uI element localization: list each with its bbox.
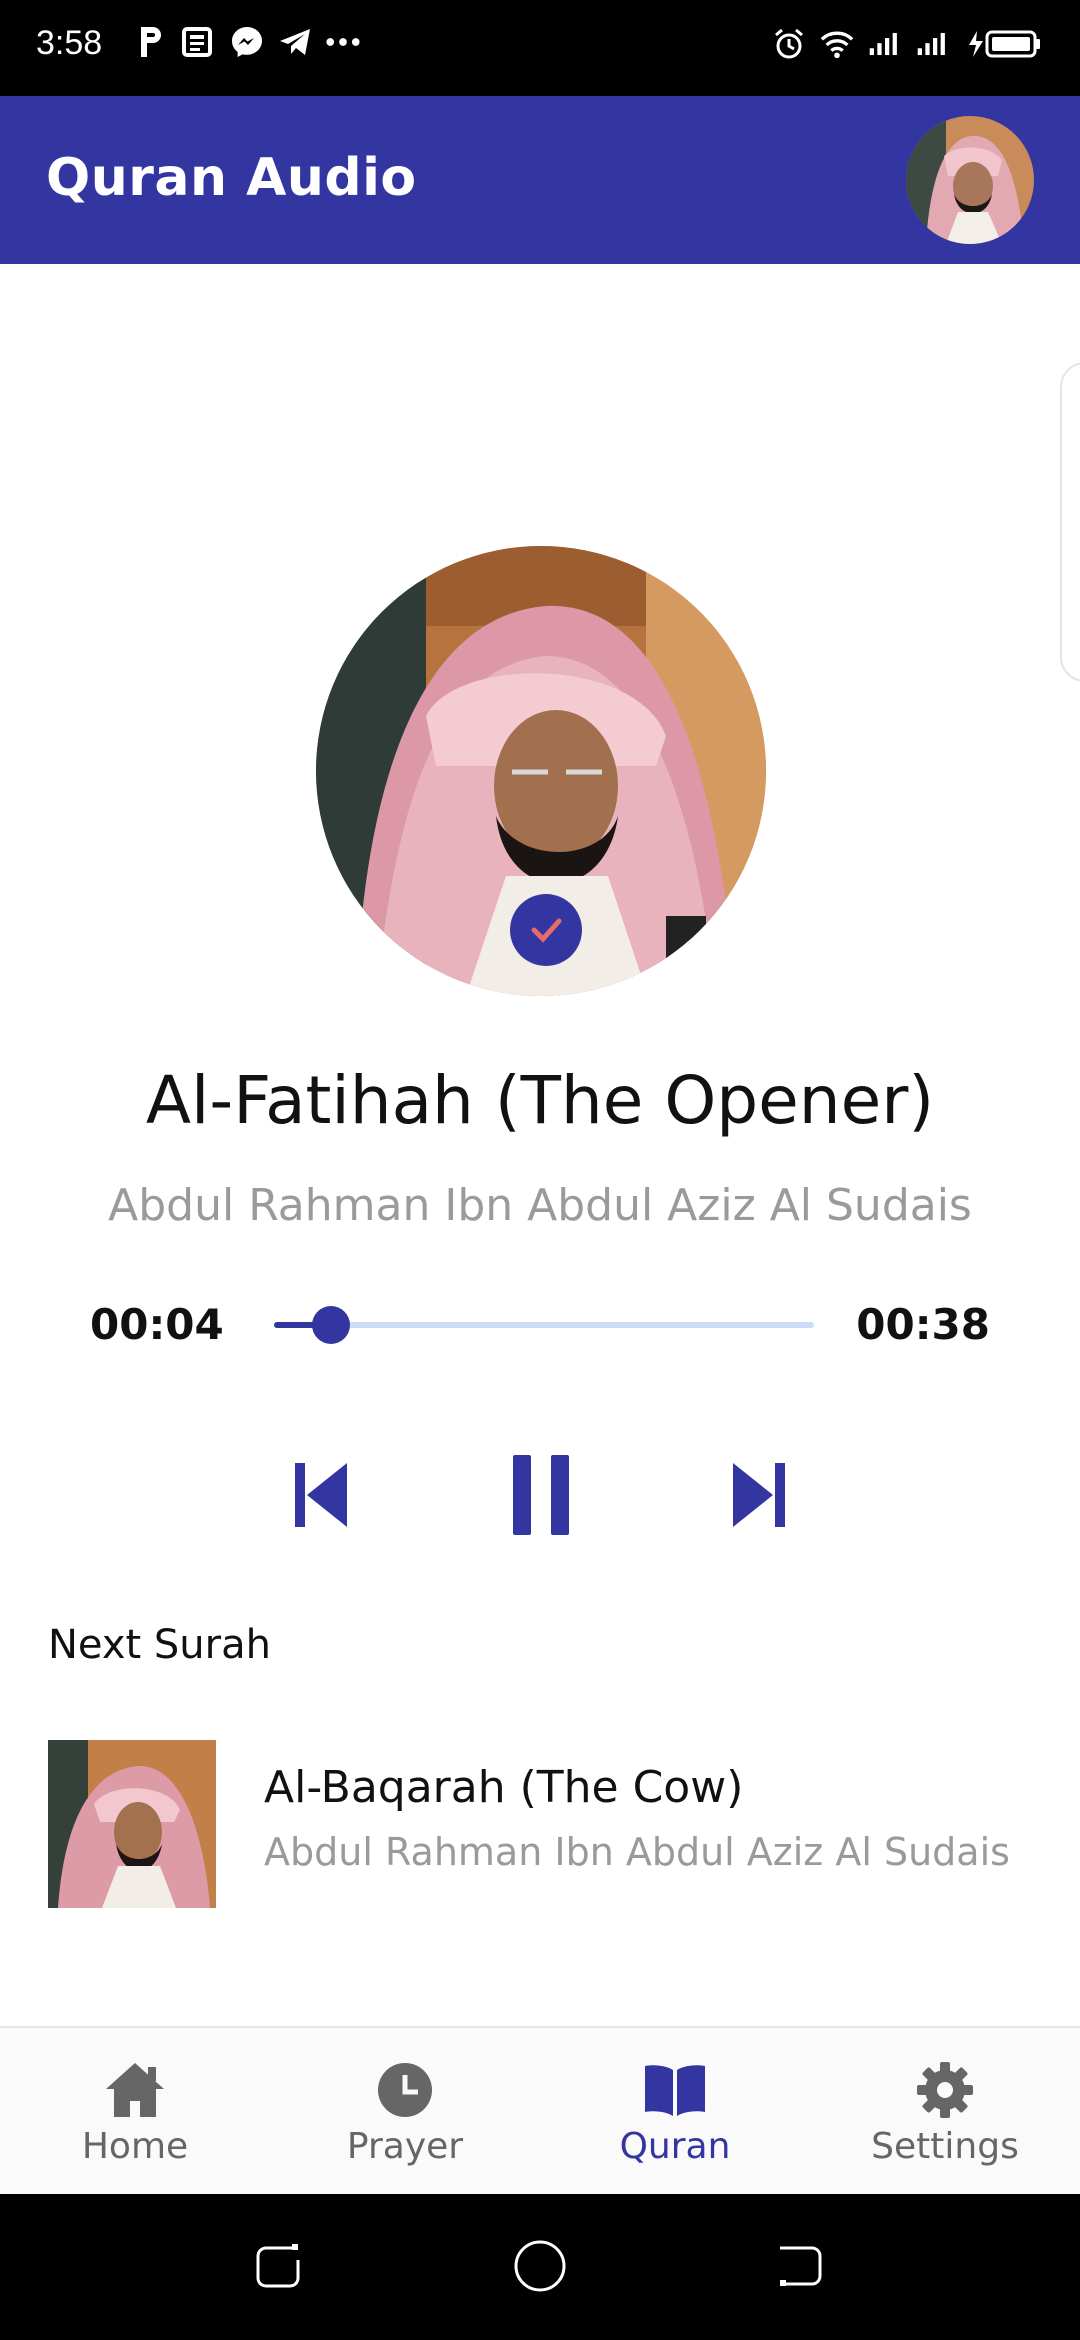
verified-badge-icon	[510, 894, 582, 966]
alarm-icon	[772, 26, 806, 62]
parking-icon	[134, 24, 168, 60]
news-icon	[182, 24, 216, 60]
recent-apps-icon[interactable]	[248, 2236, 308, 2296]
messenger-icon	[230, 24, 264, 60]
nav-label: Quran	[619, 2126, 731, 2167]
reciter-avatar[interactable]	[906, 116, 1034, 244]
nav-item-prayer[interactable]: Prayer	[270, 2028, 540, 2196]
nav-label: Settings	[871, 2126, 1019, 2167]
seek-thumb[interactable]	[311, 1306, 350, 1344]
current-time: 00:04	[90, 1300, 224, 1349]
track-title: Al-Fatihah (The Opener)	[145, 1062, 935, 1139]
status-time: 3:58	[36, 24, 103, 62]
home-circle-icon[interactable]	[510, 2236, 570, 2296]
skip-next-button[interactable]	[714, 1450, 804, 1540]
edge-panel-handle[interactable]	[1060, 362, 1080, 682]
pause-icon	[513, 1455, 569, 1535]
home-icon	[103, 2058, 167, 2122]
signal-icon	[916, 26, 950, 62]
wifi-icon	[820, 26, 854, 62]
next-surah-artist: Abdul Rahman Ibn Abdul Aziz Al Sudais	[264, 1830, 1010, 1874]
telegram-icon	[278, 24, 312, 60]
pause-button[interactable]	[496, 1450, 586, 1540]
signal-icon	[868, 26, 902, 62]
total-time: 00:38	[856, 1300, 990, 1349]
nav-item-quran[interactable]: Quran	[540, 2028, 810, 2196]
battery-charging-icon	[964, 26, 1044, 62]
next-surah-item[interactable]: Al-Baqarah (The Cow) Abdul Rahman Ibn Ab…	[48, 1738, 1038, 1908]
skip-next-icon	[733, 1463, 785, 1527]
next-surah-header: Next Surah	[48, 1622, 271, 1668]
nav-item-home[interactable]: Home	[0, 2028, 270, 2196]
track-artist: Abdul Rahman Ibn Abdul Aziz Al Sudais	[108, 1180, 972, 1231]
gear-icon	[913, 2058, 977, 2122]
next-surah-title: Al-Baqarah (The Cow)	[264, 1762, 744, 1813]
nav-item-settings[interactable]: Settings	[810, 2028, 1080, 2196]
notification-icons	[134, 24, 360, 60]
book-icon	[643, 2058, 707, 2122]
more-dots-icon	[326, 24, 360, 60]
system-status-icons	[772, 26, 1044, 62]
clock-icon	[373, 2058, 437, 2122]
status-bar: 3:58	[0, 0, 1080, 96]
nav-label: Prayer	[346, 2126, 464, 2167]
back-icon[interactable]	[770, 2236, 830, 2296]
system-navigation-bar	[0, 2194, 1080, 2340]
app-title: Quran Audio	[46, 148, 417, 208]
nav-label: Home	[81, 2126, 189, 2167]
skip-previous-icon	[295, 1463, 347, 1527]
app-bar: Quran Audio	[0, 96, 1080, 264]
skip-previous-button[interactable]	[276, 1450, 366, 1540]
seek-bar[interactable]	[274, 1306, 814, 1344]
bottom-navigation: Home Prayer Quran Settings	[0, 2026, 1080, 2194]
next-surah-thumbnail	[48, 1740, 216, 1908]
